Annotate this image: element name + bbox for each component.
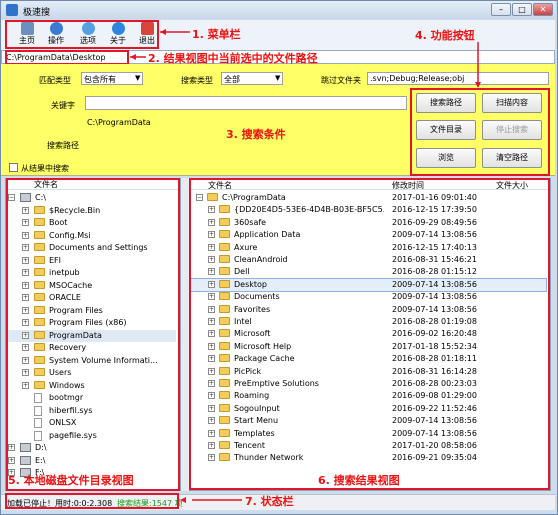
annotation-arrows [130, 29, 481, 503]
